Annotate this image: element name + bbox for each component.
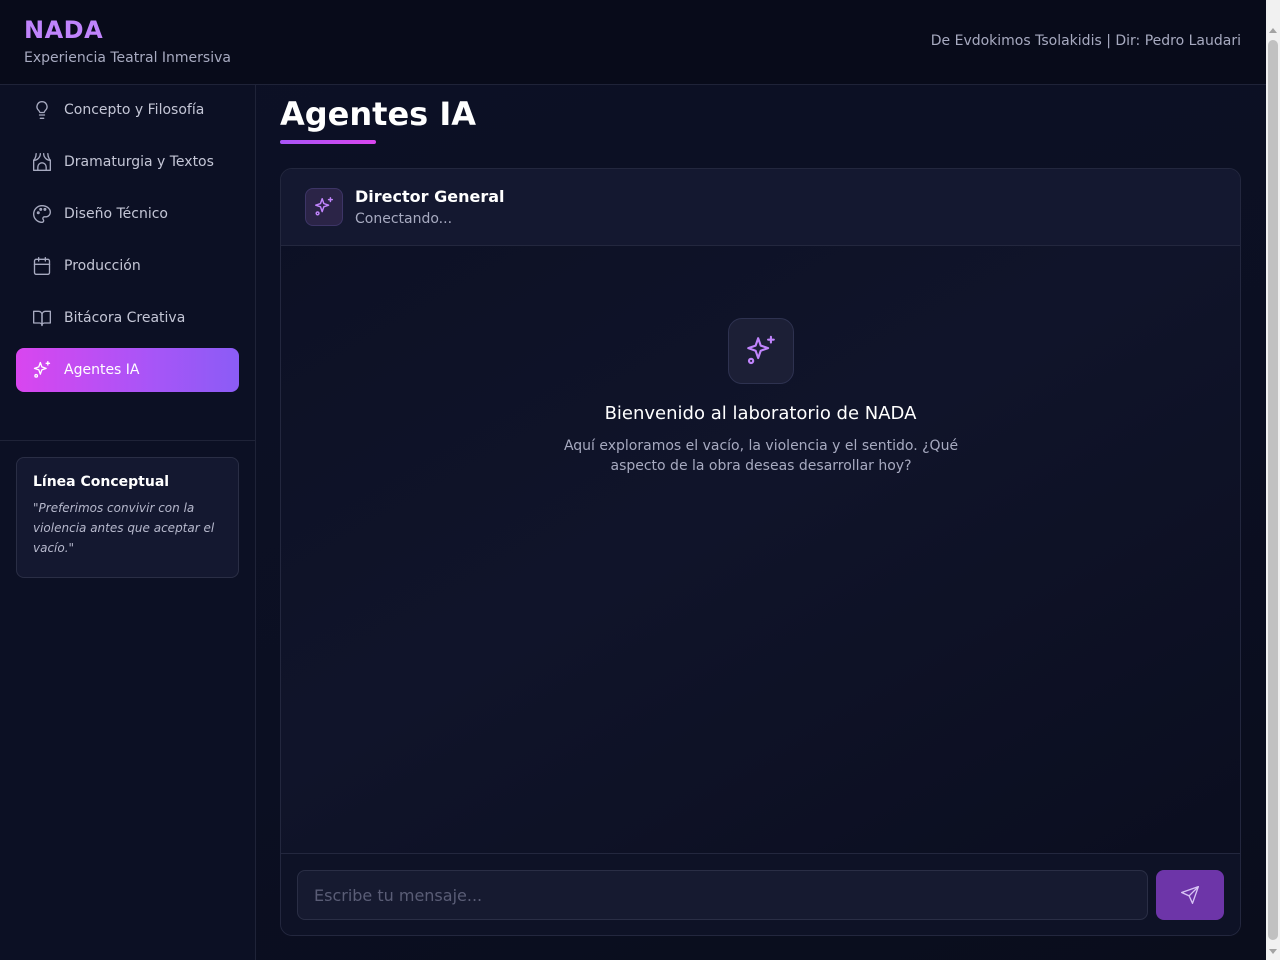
- scroll-up-arrow-icon[interactable]: [1269, 28, 1277, 33]
- sidebar-item-label: Producción: [64, 258, 141, 274]
- sidebar-item-dramaturgia[interactable]: Dramaturgia y Textos: [16, 140, 239, 184]
- chat-header: Director General Conectando...: [281, 169, 1240, 246]
- sidebar-item-label: Bitácora Creativa: [64, 310, 186, 326]
- send-button[interactable]: [1156, 870, 1224, 920]
- send-icon: [1181, 886, 1199, 904]
- lightbulb-icon: [32, 100, 52, 120]
- welcome-icon-box: [728, 318, 794, 384]
- agent-name: Director General: [355, 187, 505, 206]
- app-root: NADA Experiencia Teatral Inmersiva De Ev…: [0, 0, 1280, 960]
- sidebar-item-diseno[interactable]: Diseño Técnico: [16, 192, 239, 236]
- message-input-bar: [281, 853, 1240, 935]
- sidebar-item-label: Dramaturgia y Textos: [64, 154, 214, 170]
- sidebar-item-bitacora[interactable]: Bitácora Creativa: [16, 296, 239, 340]
- concept-card: Línea Conceptual "Preferimos convivir co…: [16, 457, 239, 578]
- theater-icon: [32, 152, 52, 172]
- chat-panel: Director General Conectando... Bienvenid…: [280, 168, 1241, 936]
- page-title: Agentes IA: [280, 95, 477, 133]
- sidebar-item-label: Concepto y Filosofía: [64, 102, 205, 118]
- concept-quote: "Preferimos convivir con la violencia an…: [33, 501, 215, 555]
- agent-status: Conectando...: [355, 211, 453, 227]
- sparkles-icon: [747, 335, 775, 365]
- sidebar-nav: Concepto y Filosofía Dramaturgia y Texto…: [16, 85, 239, 392]
- scroll-thumb[interactable]: [1268, 40, 1278, 940]
- sparkles-icon: [32, 360, 52, 380]
- welcome-text: Aquí exploramos el vacío, la violencia y…: [563, 438, 959, 474]
- welcome-title: Bienvenido al laboratorio de NADA: [604, 403, 917, 424]
- sidebar-item-agentes[interactable]: Agentes IA: [16, 348, 239, 392]
- book-icon: [32, 308, 52, 328]
- sidebar-item-label: Diseño Técnico: [64, 206, 168, 222]
- sidebar-item-concepto[interactable]: Concepto y Filosofía: [16, 88, 239, 132]
- palette-icon: [32, 204, 52, 224]
- scroll-down-arrow-icon[interactable]: [1269, 949, 1277, 954]
- brand-subtitle: Experiencia Teatral Inmersiva: [24, 50, 231, 66]
- calendar-icon: [32, 256, 52, 276]
- title-underline: [280, 140, 376, 144]
- brand-title: NADA: [24, 16, 104, 44]
- app-header: NADA Experiencia Teatral Inmersiva De Ev…: [0, 0, 1266, 85]
- message-input[interactable]: [297, 870, 1148, 920]
- credits-text: De Evdokimos Tsolakidis | Dir: Pedro Lau…: [930, 33, 1241, 49]
- sidebar-item-produccion[interactable]: Producción: [16, 244, 239, 288]
- agent-avatar: [305, 188, 343, 226]
- sidebar-item-label: Agentes IA: [64, 362, 140, 378]
- sidebar: Concepto y Filosofía Dramaturgia y Texto…: [0, 85, 256, 960]
- sparkles-icon: [315, 197, 333, 216]
- sidebar-divider: [0, 440, 255, 441]
- concept-title: Línea Conceptual: [33, 474, 170, 490]
- page-scrollbar[interactable]: [1266, 0, 1280, 960]
